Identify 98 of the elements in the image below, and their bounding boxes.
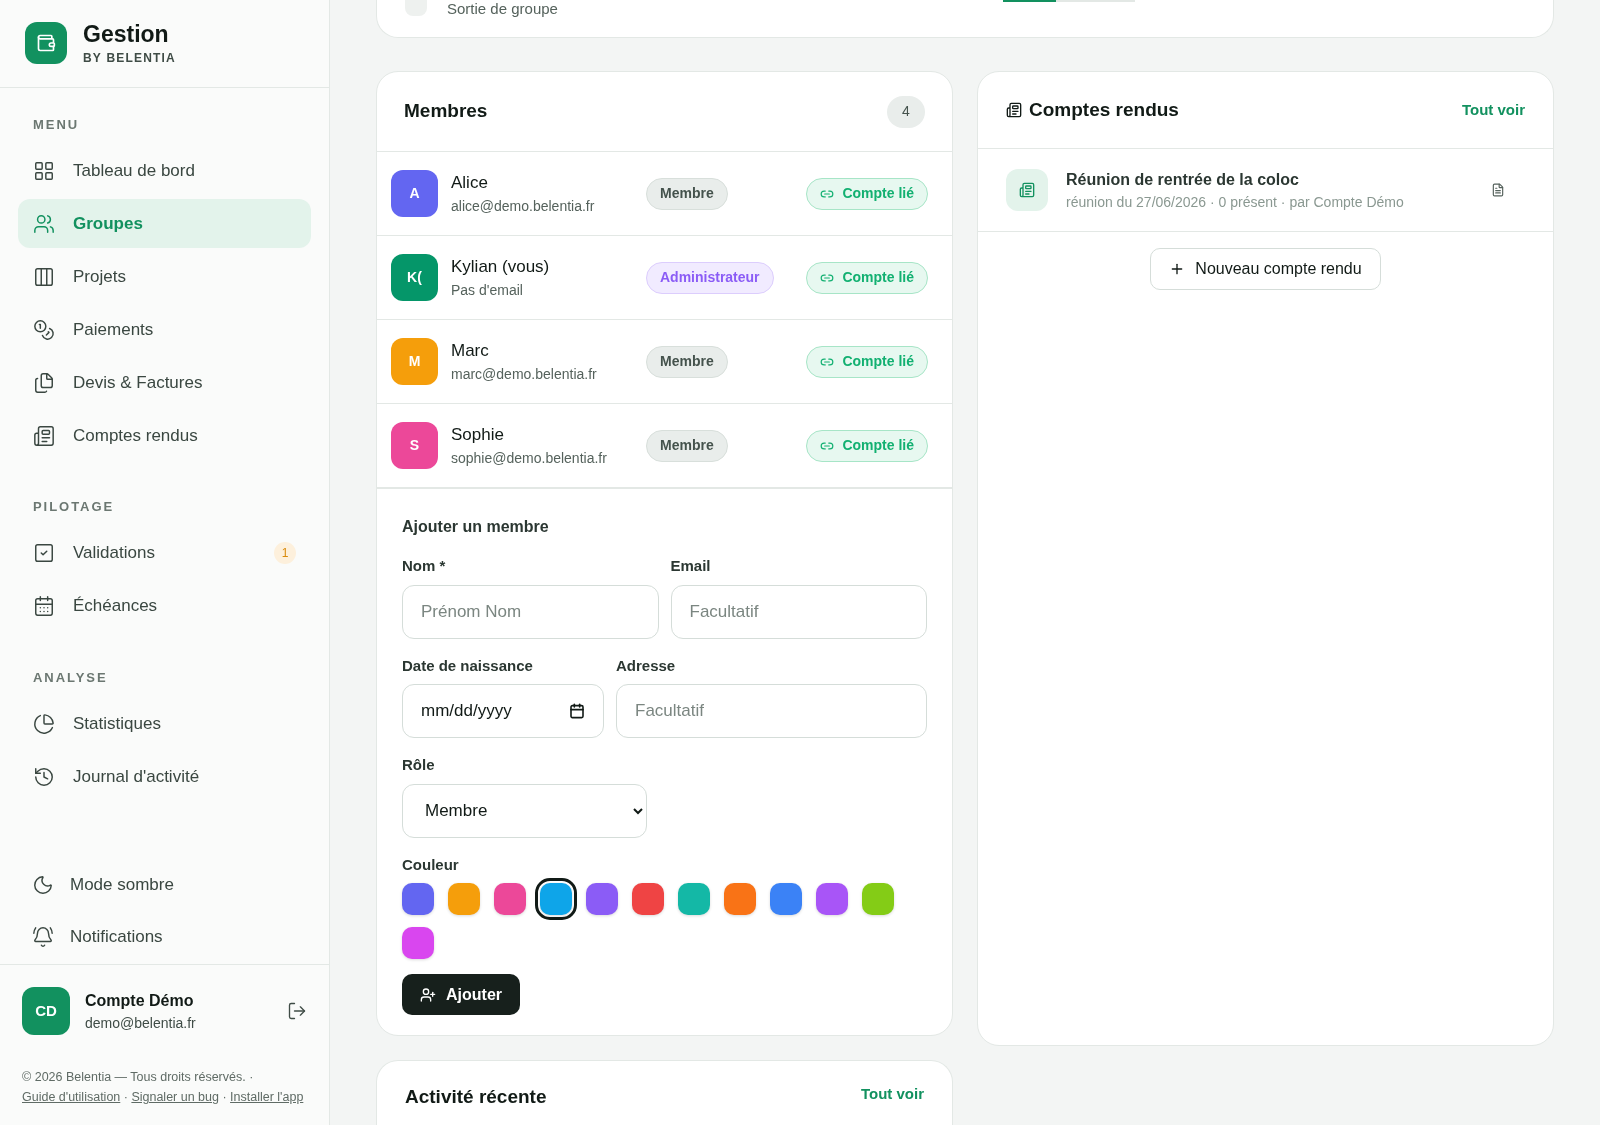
report-meta: réunion du 27/06/2026 · 0 présent · par Compte Démo — [1066, 192, 1405, 212]
section-heading: MENU — [32, 115, 81, 134]
nav-item[interactable]: Tableau de bord — [18, 146, 311, 195]
member-name: Marc — [451, 340, 490, 363]
card-title: Comptes rendus — [1029, 97, 1179, 122]
member-avatar: K( — [391, 254, 438, 301]
member-avatar: M — [391, 338, 438, 385]
bell-icon — [32, 925, 54, 948]
notebook-icon — [33, 424, 55, 447]
logout-icon[interactable] — [287, 1001, 307, 1021]
wallet-icon — [36, 33, 56, 54]
notebook-icon — [1006, 102, 1022, 118]
color-swatch[interactable] — [816, 883, 848, 915]
member-name: Alice — [451, 172, 489, 195]
member-avatar: A — [391, 170, 438, 217]
app-title: Gestion — [83, 19, 170, 49]
date-field[interactable]: mm/dd/yyyy — [402, 684, 604, 738]
field-label: Nom * — [402, 556, 447, 576]
color-swatch[interactable] — [770, 883, 802, 915]
nav-item[interactable]: Journal d'activité — [18, 752, 311, 801]
calendar-icon — [33, 595, 55, 617]
see-all-link[interactable]: Tout voir — [860, 1083, 924, 1106]
footer-link[interactable]: Guide d'utilisation — [22, 1090, 121, 1104]
nav-item[interactable]: Projets — [18, 252, 311, 301]
account-name: Compte Démo — [85, 990, 195, 1011]
footer-link[interactable]: Signaler un bug — [131, 1090, 219, 1104]
field-label: Email — [670, 556, 712, 576]
color-swatch[interactable] — [448, 883, 480, 915]
account-avatar: CD — [22, 987, 70, 1035]
address-field[interactable]: Facultatif — [616, 684, 927, 738]
count-badge: 1 — [274, 542, 296, 564]
nav-item[interactable]: Statistiques — [18, 699, 311, 748]
member-email: sophie@demo.belentia.fr — [451, 448, 608, 468]
footer-link[interactable]: Installer l'app — [230, 1090, 304, 1104]
calendar-icon — [569, 703, 585, 719]
count-badge: 4 — [887, 95, 925, 128]
history-icon — [33, 765, 55, 788]
field-label: Adresse — [616, 655, 677, 676]
linked-account-badge: Compte lié — [806, 429, 928, 462]
member-email: Pas d'email — [451, 280, 524, 300]
color-swatch[interactable] — [494, 883, 526, 915]
role-select[interactable]: Membre — [402, 783, 647, 838]
member-email: alice@demo.belentia.fr — [451, 196, 596, 216]
role-badge: Administrateur — [646, 261, 774, 294]
app-subtitle: BY BELENTIA — [83, 49, 176, 67]
user-plus-icon — [420, 986, 436, 1003]
linked-account-badge: Compte lié — [806, 177, 928, 210]
account-email: demo@belentia.fr — [85, 1013, 197, 1033]
field-label: Date de naissance — [402, 655, 534, 676]
color-swatch[interactable] — [402, 927, 434, 959]
color-swatch[interactable] — [402, 883, 434, 915]
color-swatch[interactable] — [678, 883, 710, 915]
color-swatch[interactable] — [724, 883, 756, 915]
nav-item[interactable]: Devis & Factures — [18, 358, 311, 407]
color-swatch[interactable] — [862, 883, 894, 915]
nav-item[interactable]: Comptes rendus — [18, 411, 311, 460]
nav-item[interactable]: Validations 1 — [18, 528, 311, 578]
new-report-button[interactable]: Nouveau compte rendu — [1150, 248, 1381, 290]
member-name: Kylian (vous) — [451, 256, 551, 279]
field-label: Couleur — [402, 854, 460, 875]
documents-icon — [33, 371, 55, 394]
role-badge: Membre — [646, 429, 728, 462]
nav-item[interactable]: Échéances — [18, 581, 311, 631]
add-button[interactable]: Ajouter — [402, 974, 520, 1015]
see-all-link[interactable]: Tout voir — [1461, 98, 1525, 122]
role-badge: Membre — [646, 345, 728, 378]
notebook-icon — [1019, 182, 1035, 198]
report-title: Réunion de rentrée de la coloc — [1066, 169, 1300, 190]
pdf-icon[interactable] — [1491, 183, 1505, 197]
footer-text: © 2026 Belentia — Tous droits réservés. · Guide d'utilisation · Signaler un bug · Installer l'app — [22, 1069, 305, 1106]
color-swatch[interactable] — [632, 883, 664, 915]
field-label: Rôle — [402, 755, 436, 775]
color-swatch[interactable] — [586, 883, 618, 915]
coins-icon — [33, 318, 55, 341]
utility-item[interactable]: Mode sombre — [18, 860, 311, 909]
section-heading: ANALYSE — [32, 668, 109, 687]
nav-item[interactable]: Paiements — [18, 305, 311, 354]
grid-icon — [33, 159, 55, 182]
linked-account-badge: Compte lié — [806, 261, 928, 294]
users-icon — [33, 212, 55, 235]
report-row[interactable]: Réunion de rentrée de la coloc réunion du 27/06/2026 · 0 présent · par Compte Démo — [978, 149, 1553, 232]
card-title: Activité récente — [405, 1085, 547, 1109]
row-label: Sortie de groupe — [447, 0, 558, 19]
card-title: Membres — [404, 99, 488, 124]
columns-icon — [33, 265, 55, 288]
member-name: Sophie — [451, 424, 505, 447]
utility-item[interactable]: Notifications — [18, 912, 311, 961]
linked-account-badge: Compte lié — [806, 345, 928, 378]
moon-icon — [32, 873, 54, 896]
member-email: marc@demo.belentia.fr — [451, 364, 598, 384]
checkbox-icon — [33, 542, 55, 564]
form-title: Ajouter un membre — [402, 517, 550, 537]
role-badge: Membre — [646, 177, 728, 210]
email-field[interactable]: Facultatif — [670, 584, 927, 639]
pie-chart-icon — [33, 712, 55, 735]
section-heading: PILOTAGE — [32, 498, 116, 516]
name-field[interactable]: Prénom Nom — [402, 584, 659, 639]
member-avatar: S — [391, 422, 438, 469]
